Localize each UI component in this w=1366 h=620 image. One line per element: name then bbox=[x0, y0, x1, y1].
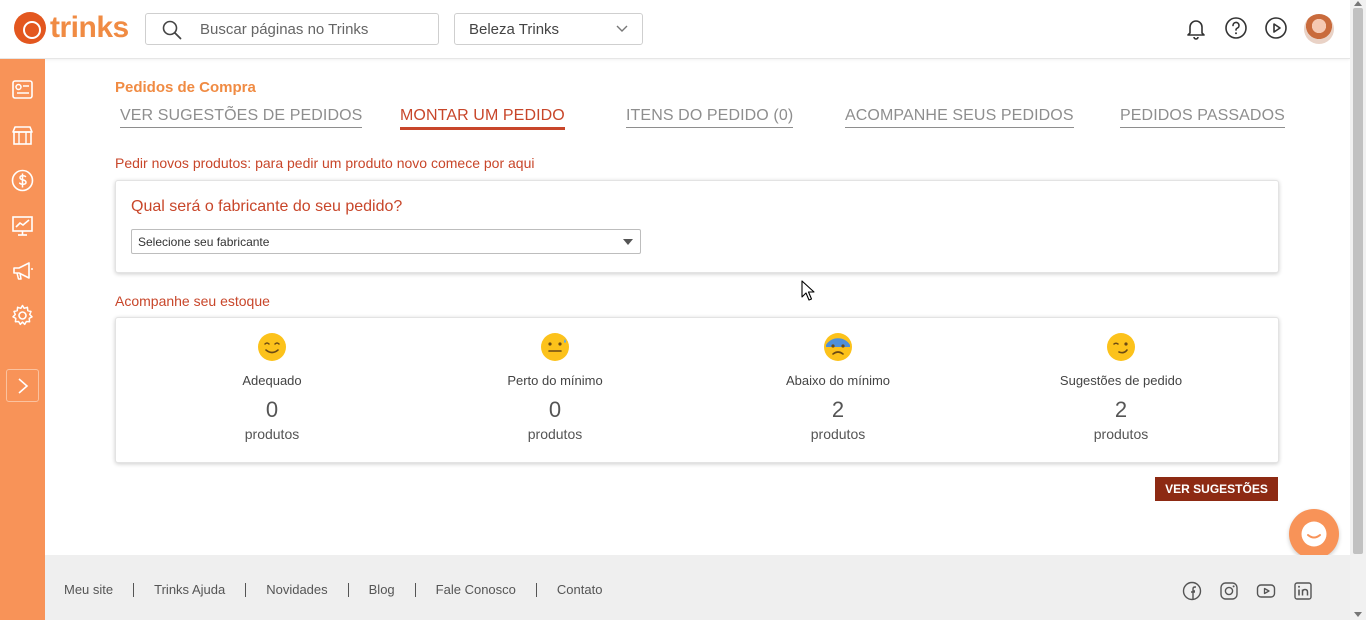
chevron-down-icon bbox=[616, 25, 628, 32]
tab-acompanhe-pedidos[interactable]: ACOMPANHE SEUS PEDIDOS bbox=[845, 107, 1074, 128]
stat-unit: produtos bbox=[1093, 426, 1149, 442]
tab-ver-sugestoes[interactable]: VER SUGESTÕES DE PEDIDOS bbox=[120, 107, 363, 128]
stat-adequado: Adequado 0 produtos bbox=[131, 318, 413, 464]
smile-emoji-icon bbox=[258, 333, 286, 361]
stat-count: 2 bbox=[831, 397, 845, 422]
logo-mark-icon bbox=[14, 12, 46, 44]
gear-icon[interactable] bbox=[10, 303, 35, 328]
app: trinks Beleza Trinks bbox=[0, 0, 1366, 620]
stat-count: 0 bbox=[265, 397, 279, 422]
manufacturer-select-value: Selecione seu fabricante bbox=[138, 235, 270, 249]
main-content: Pedidos de Compra VER SUGESTÕES DE PEDID… bbox=[45, 59, 1350, 555]
footer-links: Meu site Trinks Ajuda Novidades Blog Fal… bbox=[64, 583, 622, 597]
stat-label: Adequado bbox=[242, 373, 302, 388]
instagram-icon[interactable] bbox=[1219, 581, 1239, 601]
manufacturer-question: Qual será o fabricante do seu pedido? bbox=[131, 198, 403, 215]
search-input[interactable] bbox=[200, 14, 430, 44]
dashboard-icon[interactable] bbox=[10, 77, 35, 102]
page-title: Pedidos de Compra bbox=[115, 79, 256, 96]
avatar[interactable] bbox=[1304, 14, 1334, 44]
stock-section-title: Acompanhe seu estoque bbox=[115, 293, 270, 309]
stat-abaixo-minimo: Abaixo do mínimo 2 produtos bbox=[697, 318, 979, 464]
linkedin-icon[interactable] bbox=[1293, 581, 1313, 601]
sidebar-expand-button[interactable] bbox=[6, 369, 39, 402]
tab-bar: VER SUGESTÕES DE PEDIDOS MONTAR UM PEDID… bbox=[115, 107, 1285, 133]
neutral-sweat-emoji-icon bbox=[541, 333, 569, 361]
search-box[interactable] bbox=[145, 13, 439, 45]
footer-link-novidades[interactable]: Novidades bbox=[245, 583, 347, 597]
chat-button[interactable] bbox=[1289, 509, 1339, 559]
stat-perto-minimo: Perto do mínimo 0 produtos bbox=[414, 318, 696, 464]
footer-link-fale-conosco[interactable]: Fale Conosco bbox=[414, 583, 536, 597]
stat-label: Abaixo do mínimo bbox=[785, 373, 891, 388]
chat-icon bbox=[1301, 521, 1327, 547]
store-icon[interactable] bbox=[10, 123, 35, 148]
manufacturer-card: Qual será o fabricante do seu pedido? Se… bbox=[115, 180, 1279, 273]
play-icon[interactable] bbox=[1264, 16, 1288, 40]
search-icon bbox=[162, 20, 182, 40]
dollar-icon[interactable] bbox=[10, 168, 35, 193]
scroll-down-arrow-icon[interactable] bbox=[1354, 612, 1362, 617]
megaphone-icon[interactable] bbox=[10, 258, 35, 283]
sidebar bbox=[0, 59, 45, 620]
stat-count: 2 bbox=[1114, 397, 1128, 422]
facebook-icon[interactable] bbox=[1182, 581, 1202, 601]
page-scrollbar[interactable] bbox=[1350, 0, 1366, 620]
tab-itens-pedido[interactable]: ITENS DO PEDIDO (0) bbox=[626, 107, 794, 128]
youtube-icon[interactable] bbox=[1256, 581, 1276, 601]
stat-count: 0 bbox=[548, 397, 562, 422]
trinks-logo[interactable]: trinks bbox=[14, 12, 129, 44]
footer-link-contato[interactable]: Contato bbox=[535, 583, 623, 597]
top-bar: trinks Beleza Trinks bbox=[0, 0, 1350, 59]
footer: Meu site Trinks Ajuda Novidades Blog Fal… bbox=[45, 555, 1350, 620]
caret-down-icon bbox=[623, 239, 633, 245]
scroll-up-arrow-icon[interactable] bbox=[1354, 1, 1362, 6]
footer-link-meu-site[interactable]: Meu site bbox=[64, 583, 133, 597]
stat-unit: produtos bbox=[244, 426, 300, 442]
stat-unit: produtos bbox=[810, 426, 866, 442]
logo-text: trinks bbox=[50, 11, 129, 44]
chart-icon[interactable] bbox=[10, 213, 35, 238]
stat-label: Sugestões de pedido bbox=[1059, 373, 1183, 388]
anxious-emoji-icon bbox=[824, 333, 852, 361]
footer-link-blog[interactable]: Blog bbox=[347, 583, 415, 597]
help-icon[interactable] bbox=[1224, 16, 1248, 40]
store-select[interactable]: Beleza Trinks bbox=[454, 13, 643, 45]
stat-unit: produtos bbox=[527, 426, 583, 442]
wink-emoji-icon bbox=[1107, 333, 1135, 361]
stock-card: Adequado 0 produtos Perto do mínimo 0 pr… bbox=[115, 317, 1279, 463]
chevron-right-icon bbox=[18, 378, 29, 394]
tab-pedidos-passados[interactable]: PEDIDOS PASSADOS bbox=[1120, 107, 1285, 128]
tab-montar-pedido[interactable]: MONTAR UM PEDIDO bbox=[400, 107, 565, 130]
mouse-cursor-icon bbox=[801, 280, 815, 301]
scroll-thumb[interactable] bbox=[1353, 8, 1363, 554]
bell-icon[interactable] bbox=[1184, 16, 1208, 40]
ver-sugestoes-button[interactable]: VER SUGESTÕES bbox=[1155, 477, 1278, 501]
manufacturer-select[interactable]: Selecione seu fabricante bbox=[131, 229, 641, 254]
stat-label: Perto do mínimo bbox=[507, 373, 603, 388]
stat-sugestoes-pedido: Sugestões de pedido 2 produtos bbox=[980, 318, 1262, 464]
new-products-intro: Pedir novos produtos: para pedir um prod… bbox=[115, 155, 535, 171]
footer-link-trinks-ajuda[interactable]: Trinks Ajuda bbox=[133, 583, 245, 597]
store-select-value: Beleza Trinks bbox=[469, 21, 560, 38]
